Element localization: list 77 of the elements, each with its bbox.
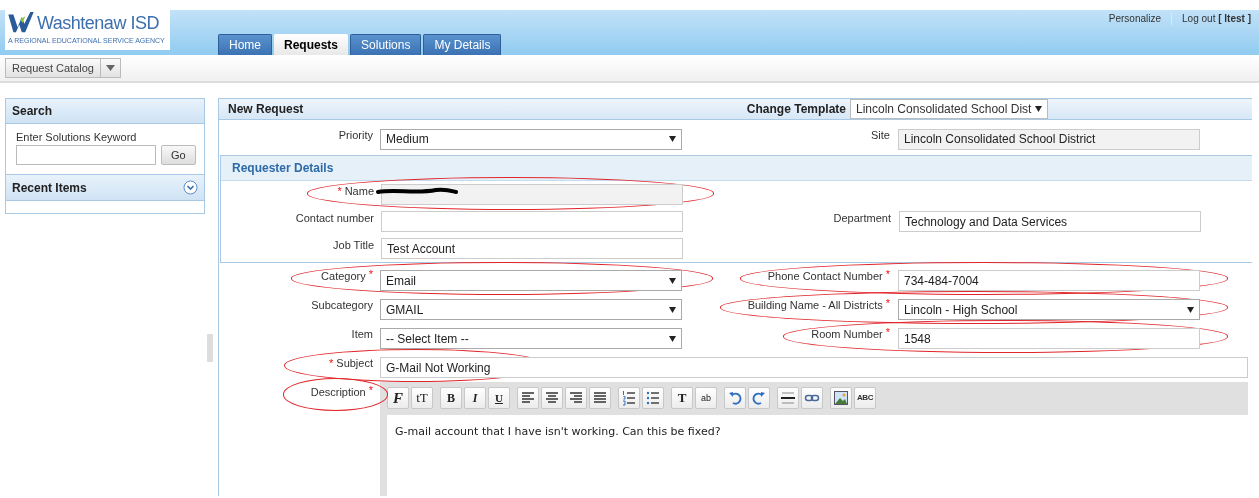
template-label: Change Template [746, 101, 846, 118]
select-field[interactable]: Lincoln - High School [898, 299, 1200, 320]
personalize-link[interactable]: Personalize [1108, 11, 1162, 26]
select-field[interactable]: -- Select Item -- [380, 328, 682, 349]
select-field[interactable]: Email [380, 270, 682, 291]
form-title: New Request [228, 101, 304, 118]
align-left-icon [520, 390, 536, 406]
numbered-list-icon [621, 390, 637, 406]
text-field[interactable]: 1548 [898, 328, 1200, 349]
expand-icon[interactable] [183, 180, 198, 195]
field-label: Job Title [333, 238, 374, 253]
align-center-button[interactable] [541, 387, 563, 409]
logo-name: Washtenaw ISD [37, 14, 159, 32]
caret-icon [669, 306, 676, 313]
select-field[interactable]: GMAIL [380, 299, 682, 320]
numbered-list-button[interactable] [618, 387, 640, 409]
go-button[interactable]: Go [161, 145, 196, 165]
italic-button[interactable]: I [464, 387, 486, 409]
caret-icon [669, 136, 676, 142]
align-right-icon [568, 390, 584, 406]
text-field[interactable]: Test Account [381, 238, 683, 259]
undo-icon [727, 390, 743, 406]
caret-icon [105, 65, 115, 71]
nav-tab[interactable]: Requests [274, 34, 349, 55]
highlight-button[interactable]: ab [695, 387, 717, 409]
align-justify-icon [592, 390, 608, 406]
field-label: Item [351, 327, 373, 342]
nav-tab[interactable]: My Details [423, 34, 502, 55]
undo-button[interactable] [724, 387, 746, 409]
caret-icon [1187, 306, 1194, 313]
nav-tab[interactable]: Home [218, 34, 272, 55]
spellcheck-button[interactable]: ABC [854, 387, 876, 409]
field-label: Subcategory [311, 298, 373, 313]
caret-icon [669, 335, 676, 342]
align-center-icon [544, 390, 560, 406]
horizontal-rule-button[interactable] [777, 387, 799, 409]
text-field[interactable]: 734-484-7004 [898, 270, 1200, 291]
panel-header: Search [6, 99, 204, 124]
redo-icon [751, 390, 767, 406]
template-select[interactable]: Lincoln Consolidated School Dist [850, 99, 1048, 119]
text-color-button[interactable]: T [671, 387, 693, 409]
horizontal-rule-icon [780, 390, 796, 406]
fontsize-button[interactable]: tT [411, 387, 433, 409]
search-label: Enter Solutions Keyword [16, 132, 138, 143]
logout-link[interactable]: Log out [ ltest ] [1182, 11, 1251, 26]
caret-icon [1035, 106, 1042, 112]
bullet-list-icon [645, 390, 661, 406]
link-button[interactable] [801, 387, 823, 409]
field-label: Department [833, 211, 891, 226]
request-catalog-dropdown[interactable]: Request Catalog [5, 58, 121, 78]
select-field[interactable]: Medium [380, 128, 682, 150]
underline-button[interactable]: U [488, 387, 510, 409]
bullet-list-button[interactable] [642, 387, 664, 409]
align-right-button[interactable] [565, 387, 587, 409]
search-field[interactable] [16, 145, 156, 165]
checkmark-logo-icon [8, 12, 34, 34]
bold-button[interactable]: B [440, 387, 462, 409]
section-title: Requester Details [221, 156, 1252, 181]
text-field[interactable] [381, 211, 683, 232]
image-button[interactable] [830, 387, 852, 409]
align-justify-button[interactable] [589, 387, 611, 409]
caret-icon [669, 277, 676, 284]
field-label: Priority [338, 128, 373, 143]
field-label: Site [871, 128, 890, 143]
rich-text-editor[interactable]: F tT B I U T ab ABC G-mail account that I have isn't working. Can this be fixed? [380, 382, 1248, 496]
splitter-handle[interactable] [207, 334, 214, 362]
image-icon [833, 390, 849, 406]
read-only-field[interactable]: Lincoln Consolidated School District [898, 128, 1200, 150]
panel-title: Recent Items [12, 179, 87, 197]
editor-text: G-mail account that I have isn't working. Can this be fixed? [395, 424, 722, 440]
redo-button[interactable] [748, 387, 770, 409]
text-field[interactable]: G-Mail Not Working [380, 357, 1248, 378]
nav-tab[interactable]: Solutions [350, 34, 422, 55]
align-left-button[interactable] [517, 387, 539, 409]
text-field[interactable]: Technology and Data Services [899, 211, 1201, 232]
field-label: Contact number [295, 211, 374, 226]
font-button[interactable]: F [387, 387, 409, 409]
